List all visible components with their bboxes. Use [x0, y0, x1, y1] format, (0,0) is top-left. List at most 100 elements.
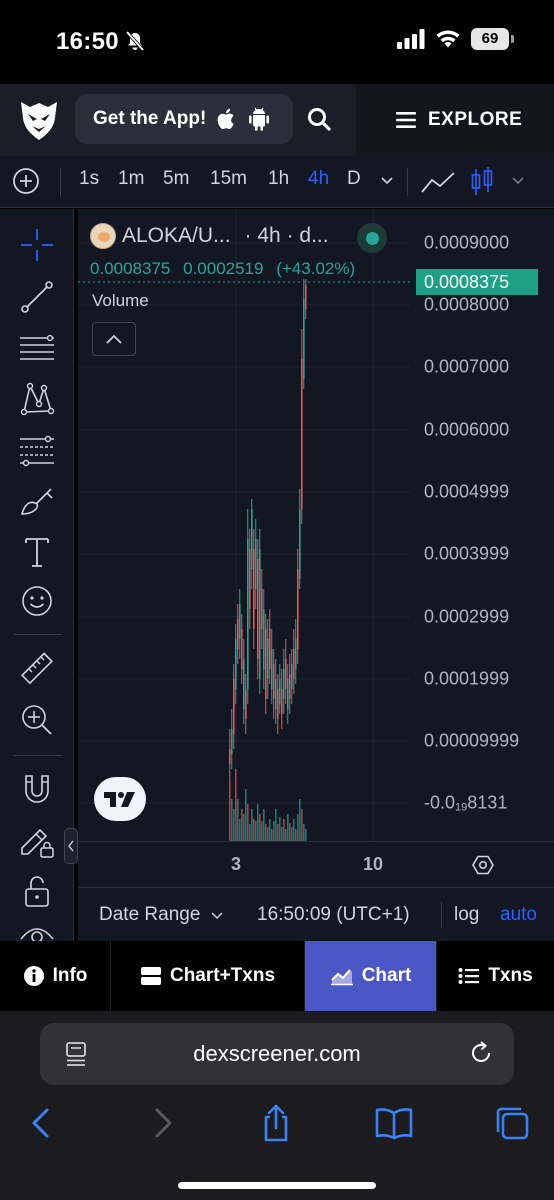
crosshair-icon[interactable] — [17, 225, 57, 265]
price-axis[interactable]: 0.0009000 0.0008000 0.0007000 0.0006000 … — [410, 209, 554, 841]
volume-bar — [245, 789, 247, 841]
forward-icon[interactable] — [142, 1103, 182, 1143]
volume-bar — [255, 821, 257, 841]
tradingview-logo[interactable] — [94, 777, 146, 821]
share-icon[interactable] — [256, 1103, 296, 1143]
add-indicator-icon[interactable] — [12, 167, 40, 195]
candle-body — [241, 629, 243, 669]
price-label-negative: -0.0198131 — [424, 793, 507, 814]
get-app-button[interactable]: Get the App! — [75, 94, 293, 144]
unlock-icon[interactable] — [17, 871, 57, 911]
auto-scale-toggle[interactable]: auto — [500, 904, 537, 926]
bookmarks-icon[interactable] — [374, 1103, 414, 1143]
tradingview-icon — [104, 792, 135, 807]
horizontal-lines-icon[interactable] — [17, 328, 57, 368]
candle-body — [297, 569, 299, 649]
volume-bar — [305, 829, 307, 841]
candle-body — [229, 749, 231, 764]
emoji-icon[interactable] — [17, 581, 57, 621]
candle-body — [245, 689, 247, 719]
candle-body — [281, 689, 283, 714]
chart-settings-icon[interactable] — [472, 854, 494, 876]
timeframe-d[interactable]: D — [347, 168, 361, 190]
candle-body — [263, 609, 265, 669]
tab-txns[interactable]: Txns — [437, 941, 554, 1011]
ruler-icon[interactable] — [17, 649, 57, 689]
log-scale-toggle[interactable]: log — [454, 904, 479, 926]
candle-body — [279, 679, 281, 704]
timeframe-1s[interactable]: 1s — [79, 168, 99, 190]
candlestick-style-icon[interactable] — [470, 166, 494, 198]
timeframe-15m[interactable]: 15m — [210, 168, 247, 190]
reload-icon[interactable] — [468, 1040, 494, 1066]
price-label: 0.0002999 — [424, 606, 510, 627]
address-bar[interactable]: dexscreener.com — [40, 1023, 514, 1085]
android-icon — [249, 107, 270, 131]
chart-icon — [330, 969, 353, 986]
price-label: 0.0009000 — [424, 232, 510, 253]
candle-body — [267, 639, 269, 679]
toolbar-collapse-handle[interactable] — [64, 828, 78, 864]
current-price-tag: 0.0008375 — [416, 269, 538, 295]
candle-body — [237, 619, 239, 649]
magnet-icon[interactable] — [17, 770, 57, 810]
brush-icon[interactable] — [17, 481, 57, 521]
volume-bar — [235, 769, 237, 841]
fibonacci-icon[interactable] — [17, 431, 57, 471]
price-label: 0.0006000 — [424, 419, 510, 440]
tab-info[interactable]: Info — [0, 941, 111, 1011]
text-tool-icon[interactable] — [17, 532, 57, 572]
chevron-down-icon[interactable] — [510, 172, 526, 188]
volume-bar — [249, 824, 251, 841]
chart-legend: ALOKA/U... · 4h · d... — [90, 223, 329, 249]
price-subscript: 19 — [455, 801, 468, 814]
tab-chart[interactable]: Chart — [305, 941, 437, 1011]
candle-body — [293, 649, 295, 679]
url-text: dexscreener.com — [193, 1041, 361, 1066]
timeframe-5m[interactable]: 5m — [163, 168, 189, 190]
tab-chart-txns[interactable]: Chart+Txns — [111, 941, 305, 1011]
home-indicator — [178, 1182, 376, 1189]
candle-body — [257, 559, 259, 659]
volume-bar — [293, 819, 295, 841]
collapse-legend-button[interactable] — [92, 322, 136, 356]
date-range-button[interactable]: Date Range — [99, 904, 224, 926]
candle-body — [269, 629, 271, 669]
trend-line-icon[interactable] — [17, 277, 57, 317]
lock-drawings-icon[interactable] — [17, 821, 57, 861]
date-range-label: Date Range — [99, 904, 201, 925]
tabs-icon[interactable] — [492, 1103, 532, 1143]
back-icon[interactable] — [22, 1103, 62, 1143]
volume-bar — [269, 819, 271, 841]
pair-symbol: ALOKA/U... — [122, 224, 231, 247]
signal-icon — [397, 29, 425, 49]
tab-chart-txns-label: Chart+Txns — [169, 965, 276, 986]
pattern-icon[interactable] — [17, 379, 57, 419]
candle-body — [299, 509, 301, 579]
eye-icon[interactable] — [17, 921, 57, 941]
candle-body — [277, 689, 279, 719]
timeframe-4h[interactable]: 4h — [308, 168, 329, 190]
timeframe-1m[interactable]: 1m — [118, 168, 144, 190]
candle-body — [291, 664, 293, 689]
candle-body — [285, 659, 287, 689]
chevron-down-icon[interactable] — [379, 172, 395, 188]
status-time: 16:50 — [56, 28, 119, 55]
volume-bar — [229, 779, 231, 841]
volume-bar — [267, 827, 269, 841]
search-icon[interactable] — [304, 104, 336, 136]
line-chart-style-icon[interactable] — [420, 170, 456, 196]
time-label: 3 — [230, 854, 242, 874]
apple-icon — [217, 108, 234, 130]
zoom-in-icon[interactable] — [17, 700, 57, 740]
volume-bar — [231, 799, 233, 841]
price-chart[interactable]: ALOKA/U... · 4h · d... 0.0008375 0.00025… — [78, 209, 554, 887]
volume-bar — [265, 824, 267, 841]
time-axis[interactable]: 3 10 — [78, 841, 554, 887]
candle-body — [275, 679, 277, 709]
explore-button[interactable]: EXPLORE — [356, 84, 554, 156]
timeframe-1h[interactable]: 1h — [268, 168, 289, 190]
dexscreener-logo-icon[interactable] — [18, 98, 60, 142]
volume-bar — [259, 814, 261, 841]
chart-clock[interactable]: 16:50:09 (UTC+1) — [257, 904, 410, 926]
